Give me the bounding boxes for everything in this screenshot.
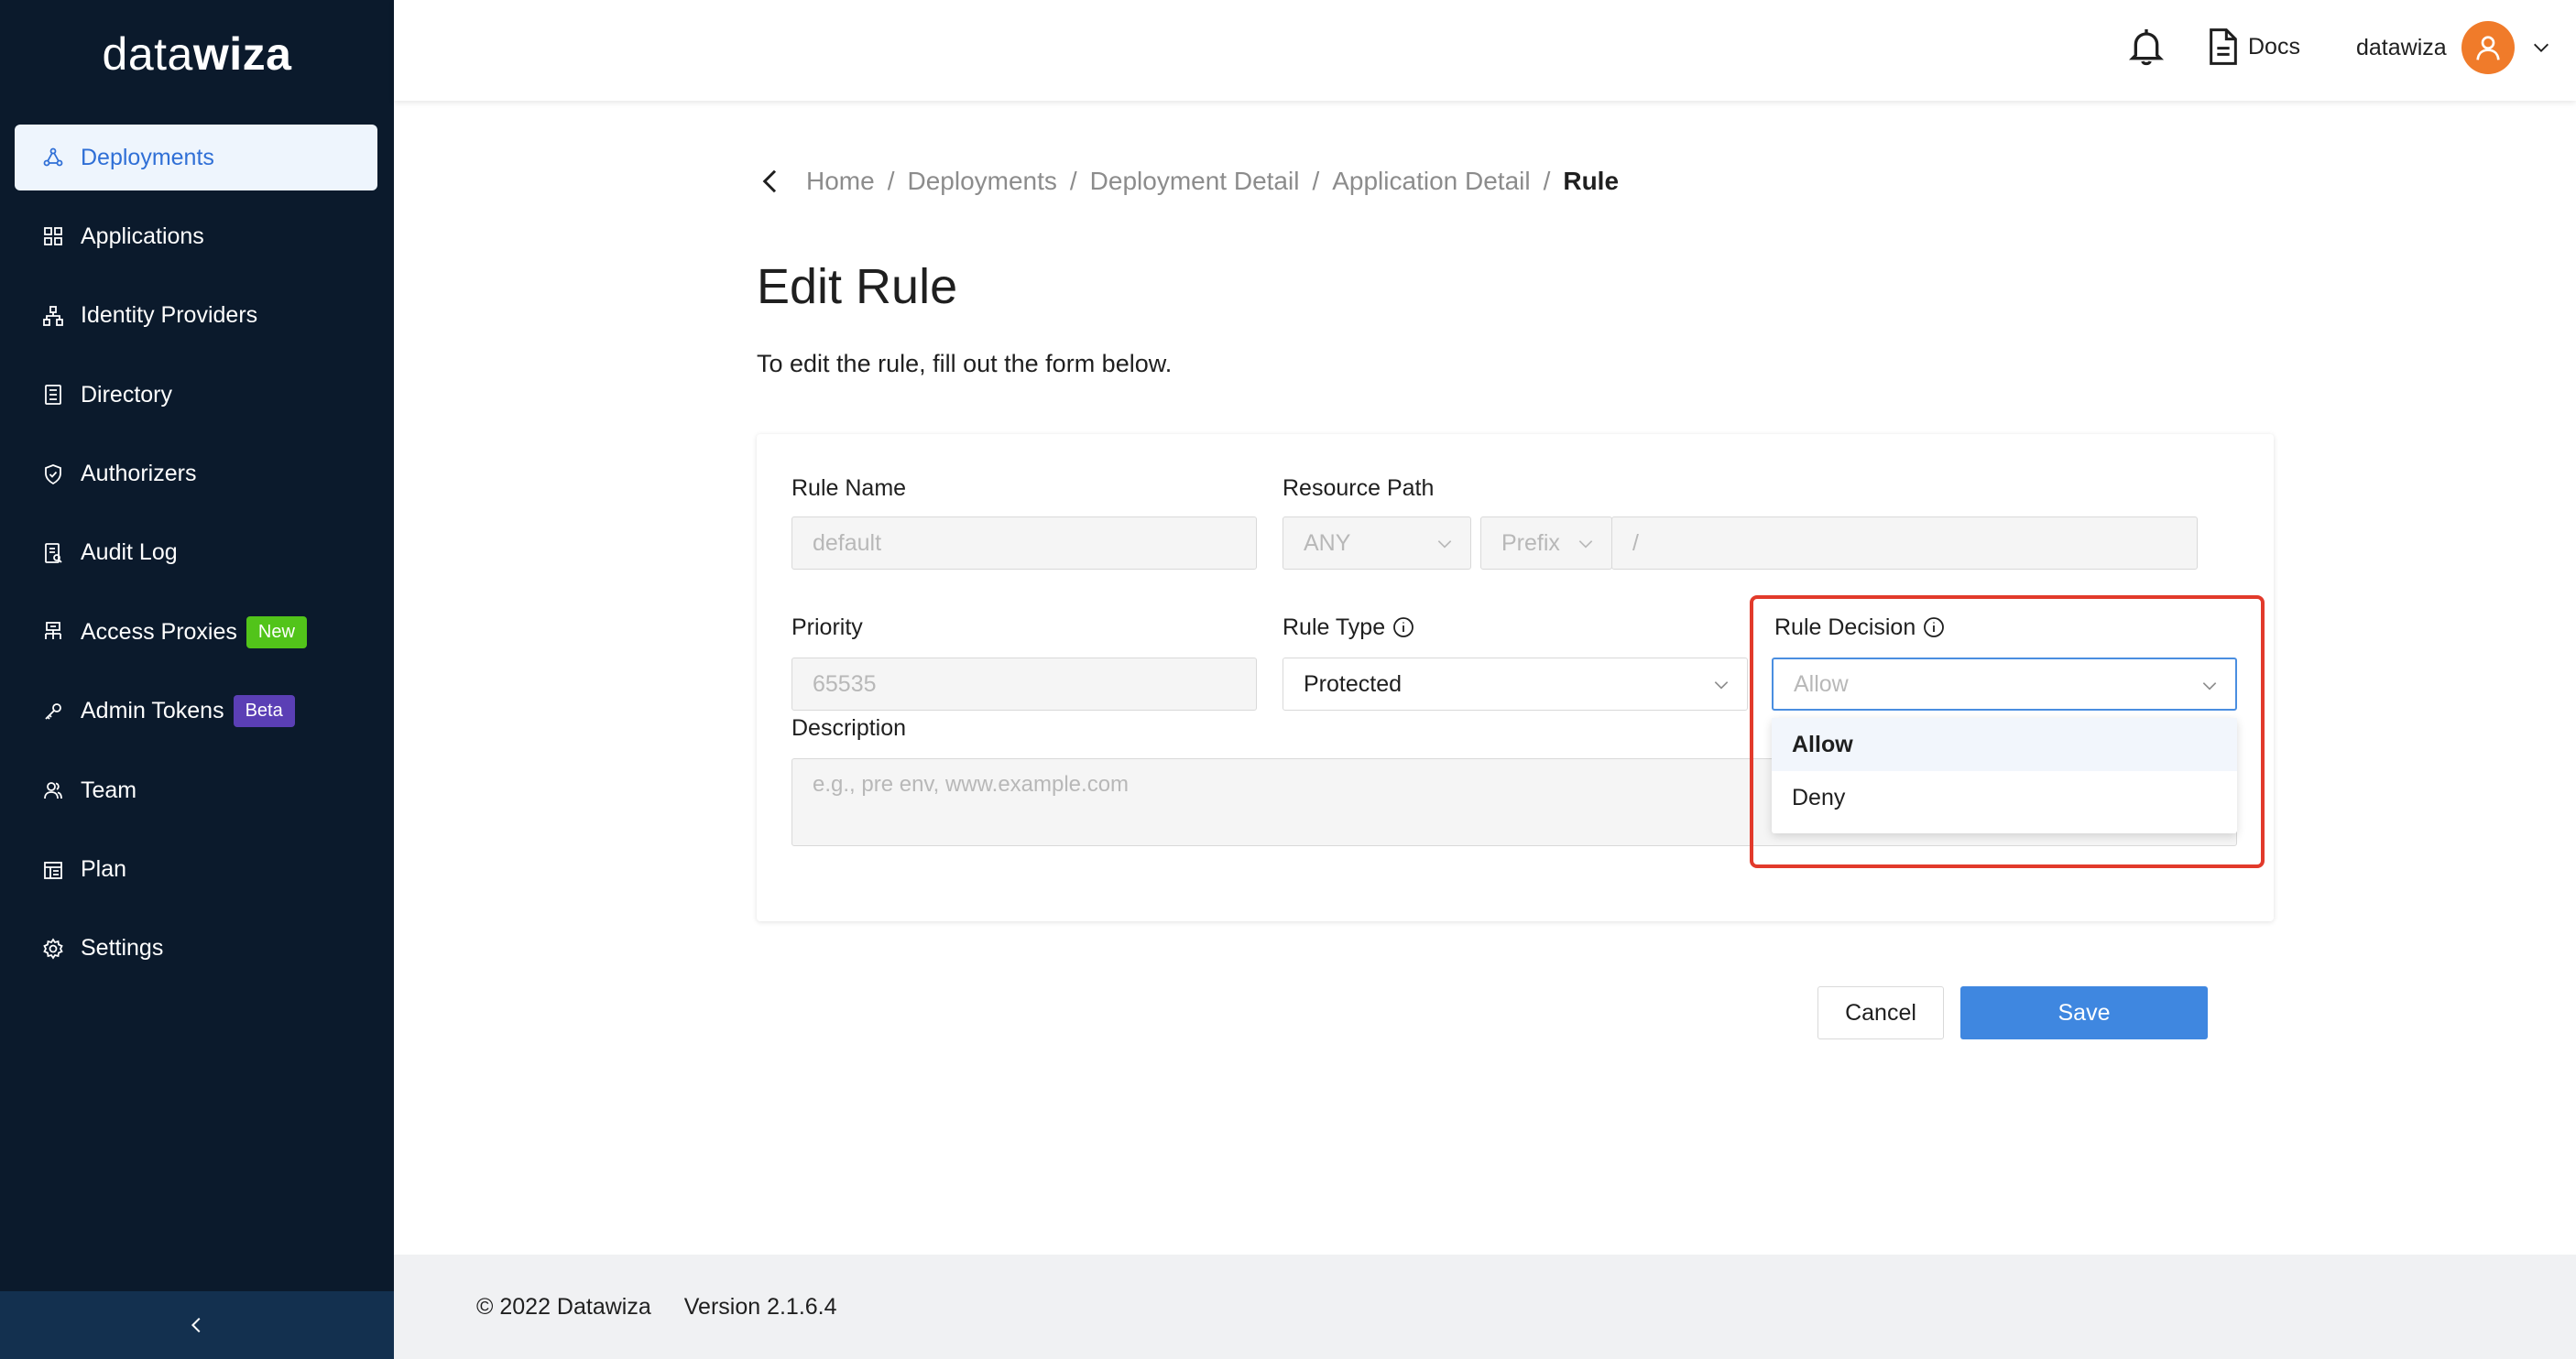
rule-name-input[interactable]: default xyxy=(791,516,1257,570)
rule-type-label: Rule Type xyxy=(1283,612,1414,643)
priority-label-text: Priority xyxy=(791,614,863,640)
breadcrumb-current: Rule xyxy=(1563,167,1620,195)
sidebar-item-label: Access Proxies xyxy=(81,618,237,645)
sidebar-item-deployments[interactable]: Deployments xyxy=(15,125,377,190)
bell-icon[interactable] xyxy=(2128,27,2165,68)
avatar[interactable] xyxy=(2461,21,2515,74)
sidebar-item-admin-tokens[interactable]: Admin Tokens Beta xyxy=(15,679,377,745)
rule-type-value: Protected xyxy=(1304,670,1403,697)
docs-label: Docs xyxy=(2248,33,2300,60)
user-menu[interactable]: datawiza xyxy=(2356,21,2551,74)
sidebar-item-label: Audit Log xyxy=(81,539,178,566)
sidebar-item-label: Identity Providers xyxy=(81,302,258,329)
chevron-left-icon xyxy=(191,1317,201,1333)
sidebar-item-label: Applications xyxy=(81,223,204,249)
path-input[interactable]: / xyxy=(1611,516,2198,570)
sidebar-item-settings[interactable]: Settings xyxy=(15,916,377,982)
resource-path-label-text: Resource Path xyxy=(1283,474,1435,501)
breadcrumb-deployment-detail[interactable]: Deployment Detail xyxy=(1090,167,1300,196)
chevron-down-icon xyxy=(1437,540,1452,549)
resource-path-label: Resource Path xyxy=(1283,473,1434,504)
match-type-select[interactable]: Prefix xyxy=(1480,516,1612,570)
chevron-down-icon xyxy=(1714,681,1729,690)
token-icon xyxy=(40,699,66,724)
docs-link[interactable]: Docs xyxy=(2208,24,2300,70)
grid-icon xyxy=(40,223,66,249)
description-label: Description xyxy=(791,712,906,744)
rule-name-value: default xyxy=(813,529,882,556)
datawiza-logo[interactable]: datawiza xyxy=(0,27,394,81)
logo-light-text: data xyxy=(102,28,193,80)
breadcrumb-separator: / xyxy=(1069,167,1077,195)
breadcrumb: Home / Deployments / Deployment Detail /… xyxy=(757,163,1619,200)
back-arrow-icon[interactable] xyxy=(757,168,784,195)
path-value: / xyxy=(1632,529,1639,556)
chevron-down-icon[interactable] xyxy=(2531,38,2551,58)
gear-icon xyxy=(40,936,66,962)
sidebar-item-plan[interactable]: Plan xyxy=(15,837,377,903)
rule-type-select[interactable]: Protected xyxy=(1283,658,1748,711)
version-text: Version 2.1.6.4 xyxy=(683,1293,837,1320)
breadcrumb-separator: / xyxy=(1543,167,1551,195)
logo-bold-text: wiza xyxy=(192,28,292,80)
plan-icon xyxy=(40,857,66,883)
annotation-highlight-box xyxy=(1750,595,2265,868)
breadcrumb-application-detail[interactable]: Application Detail xyxy=(1332,167,1530,196)
cancel-button[interactable]: Cancel xyxy=(1817,986,1944,1039)
page-title: Edit Rule xyxy=(757,259,958,314)
sidebar-item-label: Team xyxy=(81,777,137,803)
priority-input[interactable]: 65535 xyxy=(791,658,1257,711)
rule-type-label-text: Rule Type xyxy=(1283,614,1386,640)
new-badge: New xyxy=(246,615,307,648)
sidebar-item-identity-providers[interactable]: Identity Providers xyxy=(15,283,377,349)
proxy-icon xyxy=(40,619,66,645)
sidebar-item-team[interactable]: Team xyxy=(15,757,377,823)
method-value: ANY xyxy=(1304,529,1351,556)
sidebar-item-access-proxies[interactable]: Access Proxies New xyxy=(15,599,377,665)
description-label-text: Description xyxy=(791,714,907,741)
deployments-icon xyxy=(40,145,66,170)
match-type-value: Prefix xyxy=(1501,529,1560,556)
footer: © 2022 Datawiza Version 2.1.6.4 xyxy=(394,1255,2576,1359)
breadcrumb-home[interactable]: Home xyxy=(806,167,875,196)
copyright-text: © 2022 Datawiza xyxy=(476,1293,651,1320)
sidebar-item-label: Admin Tokens xyxy=(81,698,224,724)
rule-name-label: Rule Name xyxy=(791,473,906,504)
priority-label: Priority xyxy=(791,612,863,643)
sidebar: datawiza Deployments Applications Identi… xyxy=(0,0,394,1359)
username: datawiza xyxy=(2356,34,2447,60)
sidebar-item-label: Directory xyxy=(81,381,173,408)
shield-icon xyxy=(40,462,66,487)
sidebar-item-label: Settings xyxy=(81,935,164,962)
user-icon xyxy=(2476,36,2500,60)
team-icon xyxy=(40,777,66,803)
breadcrumb-deployments[interactable]: Deployments xyxy=(907,167,1056,196)
top-header: Docs datawiza xyxy=(394,0,2576,101)
method-select[interactable]: ANY xyxy=(1283,516,1471,570)
sidebar-item-label: Authorizers xyxy=(81,461,197,487)
sidebar-item-audit-log[interactable]: Audit Log xyxy=(15,520,377,586)
info-icon[interactable] xyxy=(1392,616,1414,638)
priority-value: 65535 xyxy=(813,670,877,697)
sidebar-item-label: Plan xyxy=(81,856,127,883)
document-icon xyxy=(2210,28,2237,65)
rule-name-label-text: Rule Name xyxy=(791,474,907,501)
breadcrumb-separator: / xyxy=(1312,167,1320,195)
chevron-down-icon xyxy=(1578,540,1593,549)
sidebar-collapse-button[interactable] xyxy=(0,1291,394,1359)
hierarchy-icon xyxy=(40,303,66,329)
page-subtitle: To edit the rule, fill out the form belo… xyxy=(757,350,1173,377)
description-placeholder: e.g., pre env, www.example.com xyxy=(813,772,1130,797)
sidebar-nav: Deployments Applications Identity Provid… xyxy=(15,125,377,995)
save-button[interactable]: Save xyxy=(1960,986,2208,1039)
beta-badge: Beta xyxy=(233,695,295,728)
sidebar-item-directory[interactable]: Directory xyxy=(15,362,377,428)
log-icon xyxy=(40,540,66,566)
directory-icon xyxy=(40,382,66,408)
breadcrumb-separator: / xyxy=(887,167,895,195)
sidebar-item-label: Deployments xyxy=(81,144,214,170)
sidebar-item-applications[interactable]: Applications xyxy=(15,203,377,269)
sidebar-item-authorizers[interactable]: Authorizers xyxy=(15,441,377,507)
